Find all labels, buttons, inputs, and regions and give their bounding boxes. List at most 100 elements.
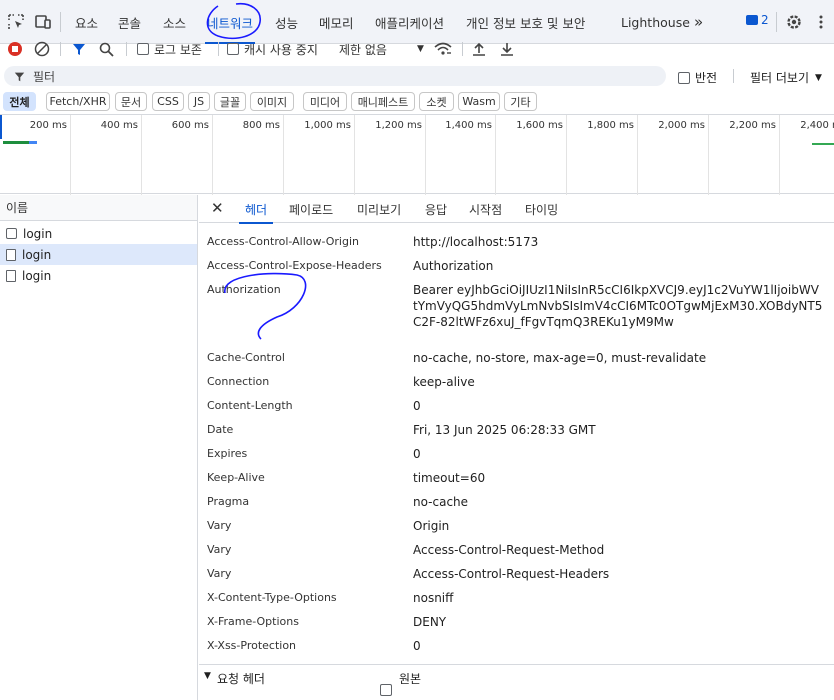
header-name: Vary [207, 543, 232, 556]
import-har-icon[interactable] [472, 37, 486, 61]
chip-js[interactable]: JS [188, 92, 210, 111]
preserve-log-box[interactable] [137, 43, 149, 55]
timeline-tick-label: 1,800 ms [587, 120, 634, 131]
issues-icon [746, 15, 758, 25]
chip-wasm[interactable]: Wasm [458, 92, 500, 111]
chip-css[interactable]: CSS [152, 92, 184, 111]
header-name: Expires [207, 447, 248, 460]
timeline-tick-label: 1,400 ms [445, 120, 492, 131]
filter-input[interactable]: 필터 [4, 66, 666, 86]
header-value[interactable]: Fri, 13 Jun 2025 06:28:33 GMT [413, 422, 823, 438]
header-value[interactable]: Bearer eyJhbGciOiJIUzI1NiIsInR5cCI6IkpXV… [413, 282, 823, 330]
header-name: X-Frame-Options [207, 615, 299, 628]
chip-manifest[interactable]: 매니페스트 [351, 92, 415, 111]
chip-img[interactable]: 이미지 [250, 92, 294, 111]
timeline-tick-label: 2,000 ms [658, 120, 705, 131]
timeline-gridline [70, 115, 71, 195]
timeline-gridline [566, 115, 567, 195]
timeline-gridline [425, 115, 426, 195]
invert-checkbox[interactable]: 반전 [678, 69, 717, 86]
document-icon [6, 269, 16, 282]
header-value[interactable]: 0 [413, 398, 823, 414]
timeline-overview[interactable]: 200 ms 400 ms 600 ms 800 ms 1,000 ms 1,200 ms… [0, 114, 834, 195]
header-value[interactable]: Access-Control-Request-Method [413, 542, 823, 558]
network-conditions-wifi-icon[interactable] [434, 37, 452, 61]
header-name: Cache-Control [207, 351, 285, 364]
timeline-gridline [708, 115, 709, 195]
name-column-header[interactable]: 이름 [0, 195, 197, 221]
raw-checkbox[interactable] [380, 684, 392, 696]
toolbar-divider [218, 42, 219, 56]
preserve-log-checkbox[interactable]: 로그 보존 [137, 37, 202, 61]
tab-payload[interactable]: 페이로드 [289, 195, 333, 223]
chip-other[interactable]: 기타 [504, 92, 537, 111]
tab-timing[interactable]: 타이밍 [525, 195, 558, 223]
timeline-gridline [141, 115, 142, 195]
xhr-document-icon [6, 228, 17, 239]
issues-badge[interactable]: 2 [746, 13, 769, 27]
header-name: Content-Length [207, 399, 293, 412]
request-row-selected[interactable]: login [0, 244, 197, 265]
tab-response[interactable]: 응답 [425, 195, 447, 223]
toolbar-divider [60, 42, 61, 56]
request-row[interactable]: login [0, 223, 197, 244]
toolbar-divider [126, 42, 127, 56]
chip-socket[interactable]: 소켓 [419, 92, 454, 111]
header-value[interactable]: http://localhost:5173 [413, 234, 823, 250]
header-value[interactable]: Authorization [413, 258, 823, 274]
header-value[interactable]: timeout=60 [413, 470, 823, 486]
clear-icon[interactable] [34, 37, 50, 61]
timeline-marker [0, 115, 2, 139]
tab-preview[interactable]: 미리보기 [357, 195, 401, 223]
disable-cache-box[interactable] [227, 43, 239, 55]
chip-fetch-xhr[interactable]: Fetch/XHR [46, 92, 110, 111]
chip-all[interactable]: 전체 [3, 92, 36, 111]
request-name: login [22, 268, 52, 283]
more-filters-dropdown[interactable]: 필터 더보기 ▼ [750, 69, 822, 86]
header-name: X-Content-Type-Options [207, 591, 337, 604]
more-options-icon[interactable] [811, 12, 831, 32]
request-headers-section[interactable]: ▼ 요청 헤더 원본 [199, 664, 834, 700]
invert-label: 반전 [695, 71, 718, 85]
chevron-down-icon: ▼ [815, 72, 822, 83]
request-row[interactable]: login [0, 265, 197, 286]
header-name: Date [207, 423, 234, 436]
close-icon[interactable]: ✕ [211, 199, 224, 217]
disable-cache-checkbox[interactable]: 캐시 사용 중지 [227, 37, 318, 61]
header-name: Keep-Alive [207, 471, 265, 484]
header-value[interactable]: Access-Control-Request-Headers [413, 566, 823, 582]
header-value[interactable]: 0 [413, 446, 823, 462]
timeline-tick-label: 1,000 ms [304, 120, 351, 131]
filter-funnel-icon[interactable] [72, 37, 86, 61]
settings-gear-icon[interactable] [784, 12, 804, 32]
raw-label: 원본 [399, 672, 422, 686]
header-value[interactable]: 0 [413, 638, 823, 654]
chip-doc[interactable]: 문서 [115, 92, 147, 111]
header-value[interactable]: no-cache, no-store, max-age=0, must-reva… [413, 350, 823, 366]
search-icon[interactable] [99, 37, 114, 61]
header-value[interactable]: Origin [413, 518, 823, 534]
request-details: ✕ 헤더 페이로드 미리보기 응답 시작점 타이밍 Access-Control… [199, 195, 834, 700]
record-stop-icon[interactable] [7, 37, 23, 61]
invert-box[interactable] [678, 71, 690, 84]
header-value[interactable]: DENY [413, 614, 823, 630]
header-value[interactable]: keep-alive [413, 374, 823, 390]
throttling-value: 제한 없음 [339, 42, 387, 57]
chip-font[interactable]: 글꼴 [214, 92, 246, 111]
export-har-icon[interactable] [500, 37, 514, 61]
tab-headers[interactable]: 헤더 [238, 195, 274, 224]
timeline-bar [29, 141, 37, 144]
request-headers-title: 요청 헤더 [217, 672, 265, 686]
timeline-tick-label: 800 ms [242, 120, 280, 131]
filter-row: 필터 반전 필터 더보기 ▼ [0, 64, 834, 88]
throttling-select[interactable]: 제한 없음 ▼ [339, 37, 424, 61]
header-name: Vary [207, 519, 232, 532]
device-toolbar-icon[interactable] [33, 12, 53, 32]
header-value[interactable]: nosniff [413, 590, 823, 606]
header-name: Vary [207, 567, 232, 580]
chip-media[interactable]: 미디어 [303, 92, 347, 111]
tab-initiator[interactable]: 시작점 [469, 195, 502, 223]
inspect-element-icon[interactable] [6, 12, 26, 32]
toolbar-divider [733, 69, 734, 83]
header-value[interactable]: no-cache [413, 494, 823, 510]
